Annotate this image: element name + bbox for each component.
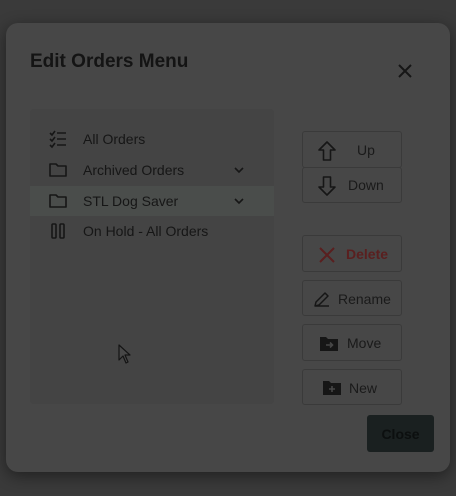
list-item-label: All Orders <box>83 131 146 147</box>
list-item-stl-dog-saver[interactable]: STL Dog Saver <box>30 186 274 216</box>
orders-menu-list: All Orders Archived Orders STL Dog Saver… <box>30 109 274 404</box>
mouse-pointer-icon <box>118 344 132 364</box>
pencil-icon <box>313 290 331 313</box>
delete-button[interactable]: Delete <box>302 235 402 272</box>
delete-label: Delete <box>346 246 389 262</box>
edit-orders-menu-dialog: Edit Orders Menu All Orders Archived Ord… <box>6 23 450 472</box>
close-button[interactable]: Close <box>367 415 434 452</box>
pause-icon <box>48 221 68 241</box>
rename-button[interactable]: Rename <box>302 280 402 316</box>
chevron-down-icon[interactable] <box>232 163 246 177</box>
chevron-down-icon[interactable] <box>232 194 246 208</box>
checklist-icon <box>48 129 68 149</box>
folder-icon <box>48 191 68 211</box>
new-label: New <box>349 380 378 396</box>
dialog-title: Edit Orders Menu <box>30 51 189 72</box>
move-button[interactable]: Move <box>302 324 402 361</box>
list-item-on-hold[interactable]: On Hold - All Orders <box>30 216 274 246</box>
list-item-all-orders[interactable]: All Orders <box>30 124 274 154</box>
arrow-up-icon <box>317 140 337 167</box>
list-item-label: STL Dog Saver <box>83 193 179 209</box>
down-button[interactable]: Down <box>302 167 402 203</box>
close-button-label: Close <box>381 425 420 442</box>
rename-label: Rename <box>338 291 391 307</box>
up-label: Up <box>357 142 375 158</box>
folder-move-icon <box>319 335 339 358</box>
list-item-label: On Hold - All Orders <box>83 223 209 239</box>
list-item-archived-orders[interactable]: Archived Orders <box>30 155 274 185</box>
folder-icon <box>48 160 68 180</box>
down-label: Down <box>348 177 384 193</box>
new-button[interactable]: New <box>302 369 402 405</box>
close-icon <box>318 246 336 269</box>
list-item-label: Archived Orders <box>83 162 185 178</box>
up-button[interactable]: Up <box>302 131 402 168</box>
close-icon[interactable] <box>394 60 416 82</box>
move-label: Move <box>347 335 382 351</box>
folder-plus-icon <box>322 379 342 402</box>
arrow-down-icon <box>317 175 337 202</box>
